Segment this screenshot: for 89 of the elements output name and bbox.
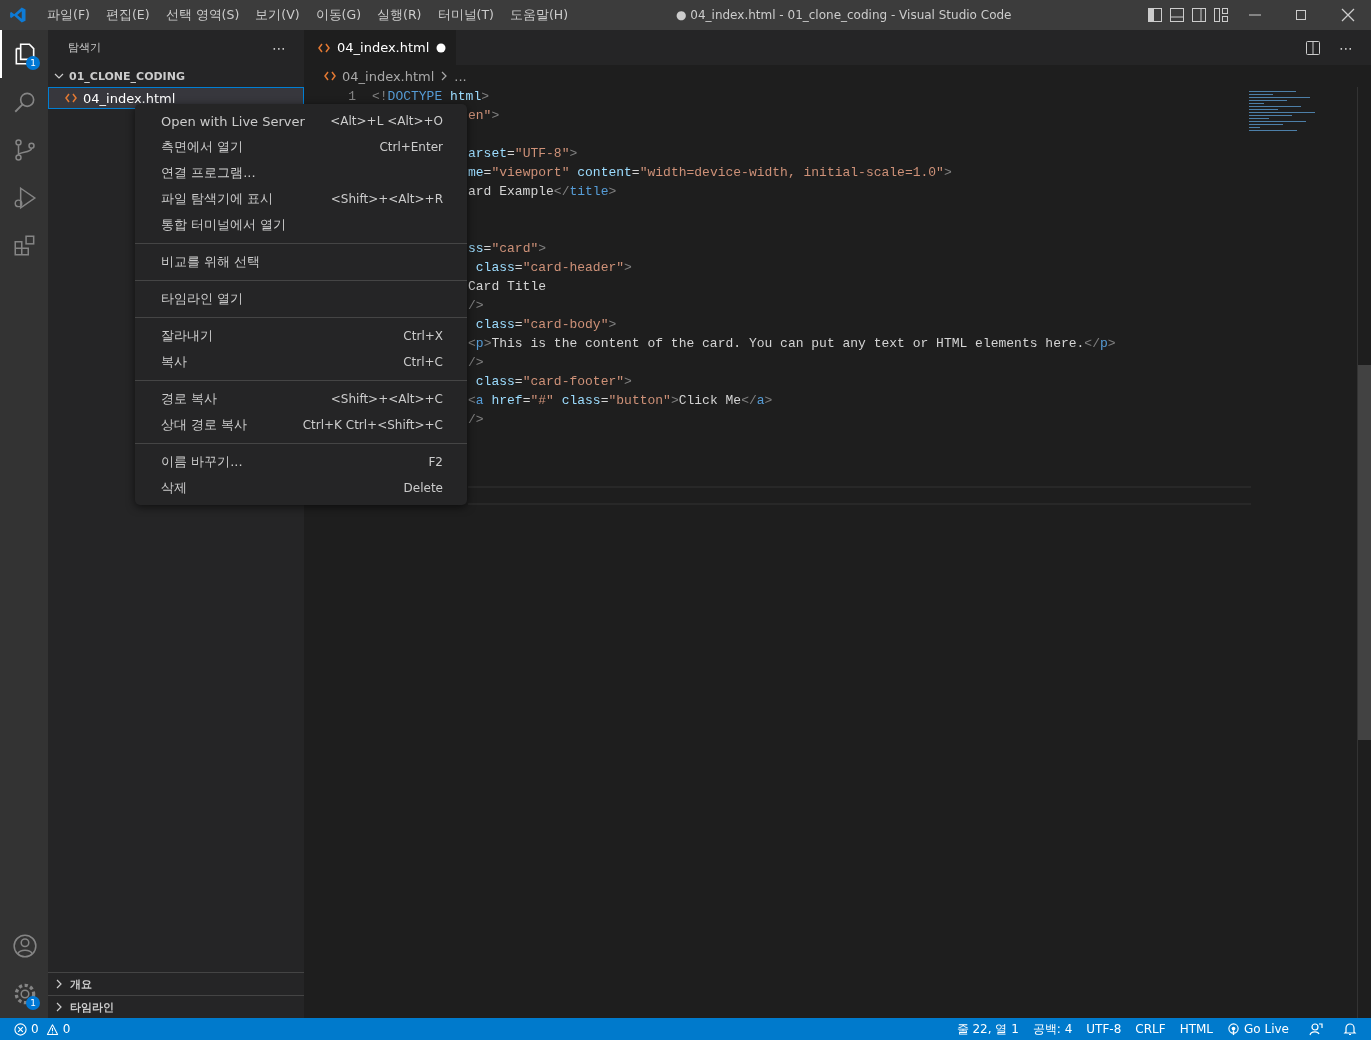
grid-layout-icon[interactable] [1213, 7, 1229, 23]
account-icon [12, 933, 38, 959]
context-menu-item[interactable]: 파일 탐색기에 표시 <Shift>+<Alt>+R [135, 186, 467, 212]
context-menu-item[interactable]: 잘라내기 Ctrl+X [135, 323, 467, 349]
chevron-right-icon [440, 71, 449, 81]
play-bug-icon [12, 185, 38, 211]
menu-bar-item[interactable]: 선택 영역(S) [157, 6, 248, 24]
menu-bar-item[interactable]: 터미널(T) [429, 6, 502, 24]
status-bar-item[interactable]: CRLF [1135, 1022, 1166, 1036]
panel-layout-icon[interactable] [1169, 7, 1185, 23]
code-line: <!DOCTYPE html> [372, 89, 490, 104]
bell-icon[interactable] [1343, 1022, 1357, 1036]
split-editor-icon[interactable] [1305, 39, 1321, 56]
code-line: <p>This is the content of the card. You can put any text or HTML elements here.</p> [468, 336, 1116, 351]
branch-icon [12, 137, 38, 163]
context-menu-item[interactable]: 연결 프로그램... [135, 160, 467, 186]
broadcast-icon [1227, 1022, 1241, 1036]
scrollbar-thumb[interactable] [1358, 365, 1371, 740]
maximize-icon[interactable] [1295, 9, 1307, 21]
code-line: class="card-body"> [474, 317, 617, 332]
feedback-icon[interactable] [1309, 1022, 1323, 1036]
keyboard-shortcut: Ctrl+X [403, 329, 443, 343]
menu-bar-item[interactable]: 이동(G) [307, 6, 370, 24]
code-line: /> [468, 412, 484, 427]
error-count: 0 [31, 1022, 39, 1036]
sidebar-title: 탐색기 [68, 40, 101, 55]
status-bar-item[interactable]: HTML [1179, 1022, 1214, 1036]
go-live-button[interactable]: Go Live [1227, 1022, 1289, 1036]
code-file-icon [318, 42, 330, 53]
close-icon[interactable] [1341, 8, 1355, 22]
code-line: arset="UTF-8"> [468, 146, 578, 161]
status-bar-item[interactable]: UTF-8 [1086, 1022, 1122, 1036]
problems-indicator[interactable]: 0 0 [14, 1022, 71, 1036]
more-actions-button[interactable]: ⋯ [1335, 39, 1357, 56]
context-menu-item[interactable]: 이름 바꾸기... F2 [135, 449, 467, 475]
keyboard-shortcut: Delete [403, 481, 443, 495]
menu-bar-item[interactable]: 도움말(H) [501, 6, 577, 24]
keyboard-shortcut: <Shift>+<Alt>+C [330, 392, 443, 406]
code-line: ard Example</title> [468, 184, 617, 199]
keyboard-shortcut: Ctrl+Enter [379, 140, 443, 154]
window-title: ● 04_index.html - 01_clone_coding - Visual Studio Code [676, 8, 1012, 22]
notification-badge: 1 [26, 56, 40, 70]
context-menu-item[interactable]: Open with Live Server <Alt>+L <Alt>+O [135, 108, 467, 134]
code-line: /> [468, 298, 484, 313]
app-logo-icon [9, 6, 27, 24]
folder-header[interactable]: 01_CLONE_CODING [48, 65, 304, 87]
sidebar-layout-icon[interactable] [1147, 7, 1163, 23]
breadcrumb-item[interactable]: 04_index.html [342, 68, 435, 84]
split-layout-icon[interactable] [1191, 7, 1207, 23]
menu-bar-item[interactable]: 보기(V) [247, 6, 308, 24]
menu-bar-item[interactable]: 실행(R) [369, 6, 430, 24]
keyboard-shortcut: F2 [428, 455, 443, 469]
status-bar-item[interactable]: 공백: 4 [1032, 1020, 1073, 1038]
line-number: 1 [348, 89, 356, 104]
code-line: me="viewport" content="width=device-width, initial-scale=1.0"> [468, 165, 952, 180]
keyboard-shortcut: Ctrl+C [403, 355, 443, 369]
context-menu-item[interactable]: 타임라인 열기 [135, 286, 467, 312]
menu-bar-item[interactable]: 편집(E) [97, 6, 158, 24]
context-menu-item[interactable]: 복사 Ctrl+C [135, 349, 467, 375]
context-menu-item[interactable]: 측면에서 열기 Ctrl+Enter [135, 134, 467, 160]
code-line: en"> [468, 108, 500, 123]
keyboard-shortcut: <Shift>+<Alt>+R [330, 192, 443, 206]
section-header[interactable]: 개요 [48, 972, 304, 995]
code-line: ss="card"> [468, 241, 547, 256]
code-line: /> [468, 355, 484, 370]
context-menu-item[interactable]: 비교를 위해 선택 [135, 249, 467, 275]
activity-bar-item[interactable]: 1 [0, 970, 48, 1018]
code-file-icon [65, 93, 77, 103]
error-icon [14, 1022, 27, 1036]
context-menu-item[interactable]: 상대 경로 복사 Ctrl+K Ctrl+<Shift>+C [135, 412, 467, 438]
more-actions-button[interactable]: ⋯ [268, 39, 290, 56]
status-bar-item[interactable]: 줄 22, 열 1 [956, 1020, 1019, 1038]
code-line: <a href="#" class="button">Click Me</a> [468, 393, 773, 408]
notification-badge: 1 [26, 996, 40, 1010]
warning-icon [45, 1022, 59, 1036]
context-menu-item[interactable]: 통합 터미널에서 열기 [135, 212, 467, 238]
code-file-icon [324, 71, 336, 81]
keyboard-shortcut: Ctrl+K Ctrl+<Shift>+C [302, 418, 443, 432]
keyboard-shortcut: <Alt>+L <Alt>+O [330, 114, 443, 128]
warning-count: 0 [62, 1022, 71, 1036]
menu-bar-item[interactable]: 파일(F) [39, 6, 98, 24]
context-menu-item[interactable]: 경로 복사 <Shift>+<Alt>+C [135, 386, 467, 412]
settings-icon [12, 981, 38, 1007]
editor-tab[interactable]: 04_index.html [304, 30, 457, 65]
code-line: Card Title [468, 279, 546, 294]
breadcrumb-item[interactable]: ... [454, 68, 467, 84]
context-menu-item[interactable]: 삭제 Delete [135, 475, 467, 501]
code-line: class="card-header"> [474, 260, 632, 275]
code-line: class="card-footer"> [474, 374, 632, 389]
